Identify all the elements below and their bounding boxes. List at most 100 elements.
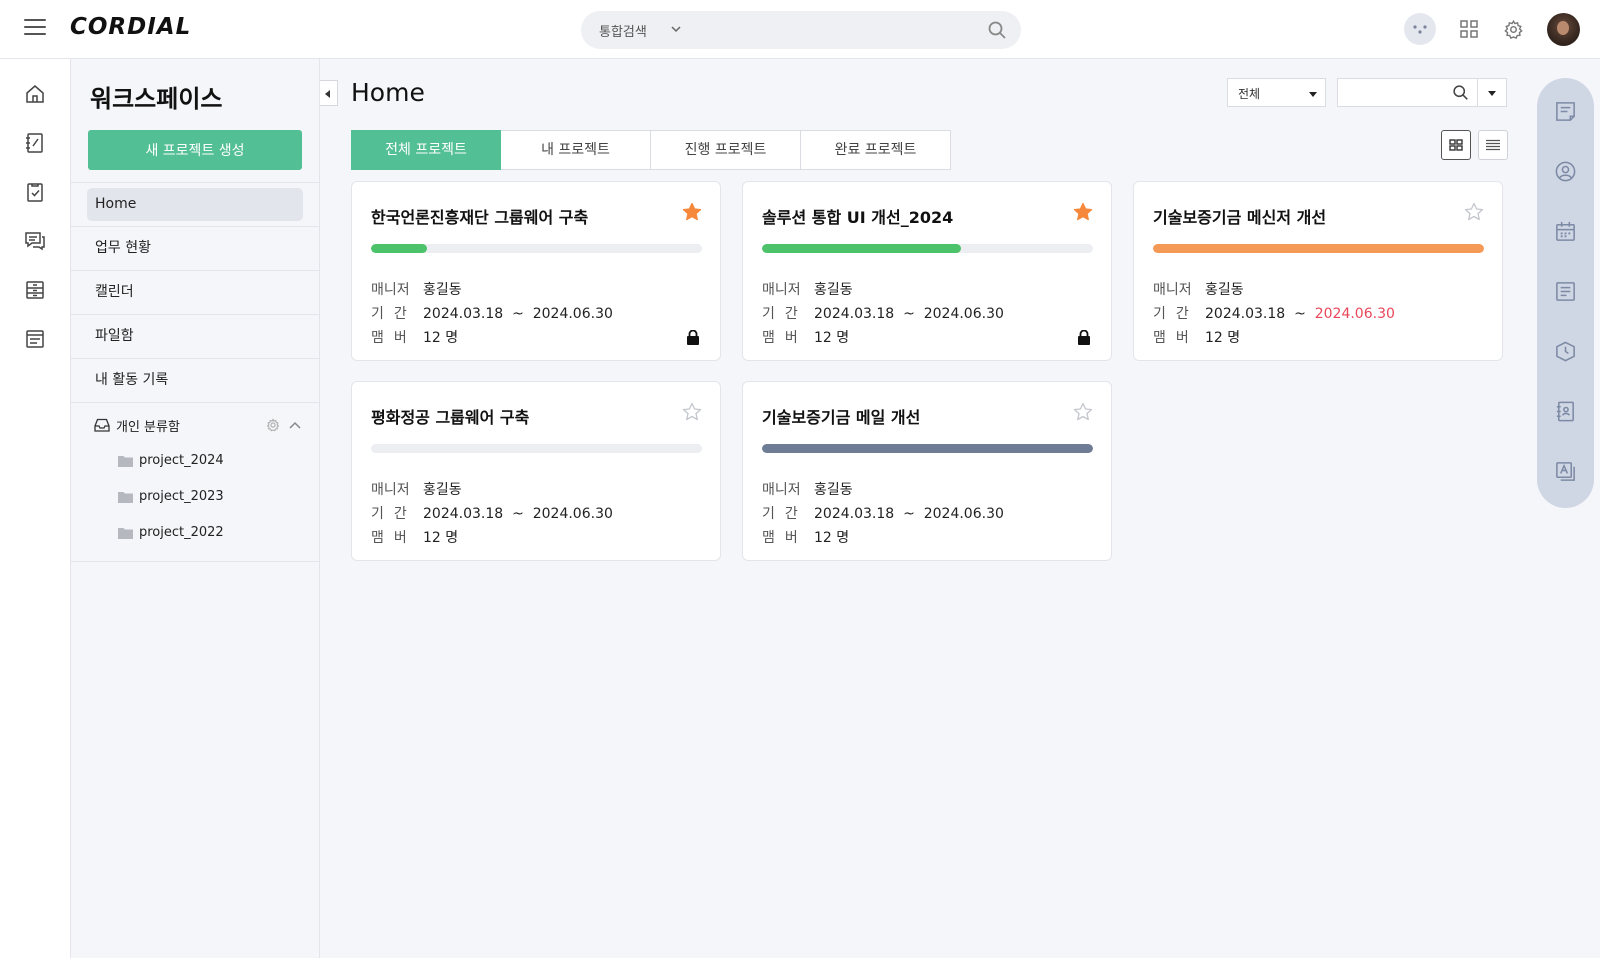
folder-icon — [118, 456, 133, 467]
folder-label: project_2022 — [139, 525, 224, 540]
tab-in-progress-projects[interactable]: 진행 프로젝트 — [651, 130, 801, 170]
chat-icon[interactable] — [24, 230, 46, 252]
manager-value: 홍길동 — [423, 282, 462, 298]
project-progress-bar — [762, 444, 1093, 453]
clock-icon[interactable] — [1554, 340, 1577, 363]
members-value: 12 명 — [814, 530, 850, 546]
project-card-title: 기술보증기금 메신저 개선 — [1153, 208, 1327, 227]
project-progress-bar — [371, 244, 702, 253]
contact-book-icon[interactable] — [1554, 400, 1577, 423]
period-end: 2024.06.30 — [1314, 306, 1395, 322]
members-row: 맴버 12 명 — [1153, 327, 1240, 347]
sidebar-item-calendar[interactable]: 캘린더 — [87, 276, 303, 309]
period-row: 기간 2024.03.18 ~ 2024.06.30 — [1153, 303, 1395, 323]
user-avatar[interactable] — [1547, 13, 1580, 46]
sidebar-collapse-button[interactable] — [320, 80, 338, 106]
period-row: 기간 2024.03.18 ~ 2024.06.30 — [762, 303, 1004, 323]
apps-dots-icon[interactable] — [1404, 13, 1436, 45]
grid-view-icon — [1449, 139, 1463, 151]
manager-row: 매니저 홍길동 — [762, 479, 853, 499]
gear-icon[interactable] — [1499, 15, 1527, 43]
project-card[interactable]: 기술보증기금 메신저 개선 매니저 홍길동 기간 2024.03.18 ~ 2024… — [1133, 181, 1503, 361]
workspace-title: 워크스페이스 — [90, 85, 223, 113]
period-separator: ~ — [903, 306, 915, 322]
sidebar-item-activity-log[interactable]: 내 활동 기록 — [87, 364, 303, 397]
period-start: 2024.03.18 — [423, 506, 504, 522]
list-view-button[interactable] — [1478, 130, 1508, 160]
star-icon[interactable] — [1073, 202, 1093, 222]
star-icon[interactable] — [1464, 202, 1484, 222]
user-circle-icon[interactable] — [1554, 160, 1577, 183]
home-icon[interactable] — [24, 83, 46, 105]
tab-all-projects[interactable]: 전체 프로젝트 — [351, 130, 501, 170]
period-label: 기간 — [762, 506, 808, 522]
sidebar-item-files[interactable]: 파일함 — [87, 320, 303, 353]
notebook-icon[interactable] — [24, 132, 46, 154]
search-scope-select[interactable]: 통합검색 — [599, 21, 647, 40]
project-filter-select[interactable]: 전체 — [1227, 78, 1326, 107]
chevron-down-icon[interactable] — [669, 22, 683, 36]
app-logo[interactable]: CORDIAL — [70, 14, 191, 40]
project-card-title: 한국언론진흥재단 그룹웨어 구축 — [371, 208, 589, 227]
members-label: 맴버 — [371, 330, 417, 346]
period-end: 2024.06.30 — [532, 306, 613, 322]
members-label: 맴버 — [1153, 330, 1199, 346]
clipboard-check-icon[interactable] — [24, 181, 46, 203]
board-icon[interactable] — [24, 328, 46, 350]
manager-value: 홍길동 — [814, 482, 853, 498]
sidebar-item-work-status[interactable]: 업무 현황 — [87, 232, 303, 265]
folder-icon — [118, 528, 133, 539]
manager-row: 매니저 홍길동 — [762, 279, 853, 299]
project-card[interactable]: 평화정공 그룹웨어 구축 매니저 홍길동 기간 2024.03.18 ~ 2024.… — [351, 381, 721, 561]
archive-icon[interactable] — [24, 279, 46, 301]
search-icon[interactable] — [1452, 84, 1469, 101]
manager-value: 홍길동 — [423, 482, 462, 498]
new-project-button[interactable]: 새 프로젝트 생성 — [88, 130, 302, 170]
star-icon[interactable] — [682, 202, 702, 222]
memo-icon[interactable] — [1554, 100, 1577, 123]
global-search-bar[interactable]: 통합검색 — [581, 11, 1021, 49]
star-icon[interactable] — [1073, 402, 1093, 422]
search-options-dropdown[interactable] — [1477, 78, 1507, 107]
period-separator: ~ — [512, 306, 524, 322]
calendar-icon[interactable] — [1554, 220, 1577, 243]
manager-label: 매니저 — [1153, 282, 1192, 298]
right-quick-rail — [1537, 78, 1594, 508]
manager-label: 매니저 — [371, 282, 410, 298]
manager-value: 홍길동 — [1205, 282, 1244, 298]
members-row: 맴버 12 명 — [371, 527, 458, 547]
members-row: 맴버 12 명 — [762, 327, 849, 347]
grid-icon[interactable] — [1455, 15, 1483, 43]
project-progress-fill — [371, 244, 428, 253]
project-card[interactable]: 기술보증기금 메일 개선 매니저 홍길동 기간 2024.03.18 ~ 2024.… — [742, 381, 1112, 561]
project-progress-bar — [762, 244, 1093, 253]
star-icon[interactable] — [682, 402, 702, 422]
period-label: 기간 — [762, 306, 808, 322]
period-label: 기간 — [1153, 306, 1199, 322]
list-view-icon — [1486, 139, 1500, 151]
document-icon[interactable] — [1554, 280, 1577, 303]
chevron-up-icon[interactable] — [288, 419, 302, 431]
divider — [71, 270, 320, 271]
period-start: 2024.03.18 — [814, 506, 895, 522]
grid-view-button[interactable] — [1441, 130, 1471, 160]
project-card-title: 기술보증기금 메일 개선 — [762, 408, 921, 427]
menu-icon[interactable] — [24, 19, 46, 39]
personal-inbox-header[interactable]: 개인 분류함 — [94, 413, 302, 437]
project-card[interactable]: 한국언론진흥재단 그룹웨어 구축 매니저 홍길동 기간 2024.03.18 ~ 2… — [351, 181, 721, 361]
tab-my-projects[interactable]: 내 프로젝트 — [501, 130, 651, 170]
tab-completed-projects[interactable]: 완료 프로젝트 — [801, 130, 951, 170]
project-card[interactable]: 솔루션 통합 UI 개선_2024 매니저 홍길동 기간 2024.03.18 ~ … — [742, 181, 1112, 361]
manager-row: 매니저 홍길동 — [371, 479, 462, 499]
period-label: 기간 — [371, 306, 417, 322]
members-label: 맴버 — [762, 530, 808, 546]
project-progress-fill — [1153, 244, 1484, 253]
search-icon[interactable] — [987, 20, 1007, 40]
sidebar-item-home[interactable]: Home — [87, 188, 303, 221]
project-card-title: 솔루션 통합 UI 개선_2024 — [762, 208, 954, 227]
members-row: 맴버 12 명 — [371, 327, 458, 347]
gear-icon[interactable] — [266, 418, 280, 432]
members-label: 맴버 — [371, 530, 417, 546]
translate-icon[interactable] — [1554, 460, 1577, 483]
period-label: 기간 — [371, 506, 417, 522]
